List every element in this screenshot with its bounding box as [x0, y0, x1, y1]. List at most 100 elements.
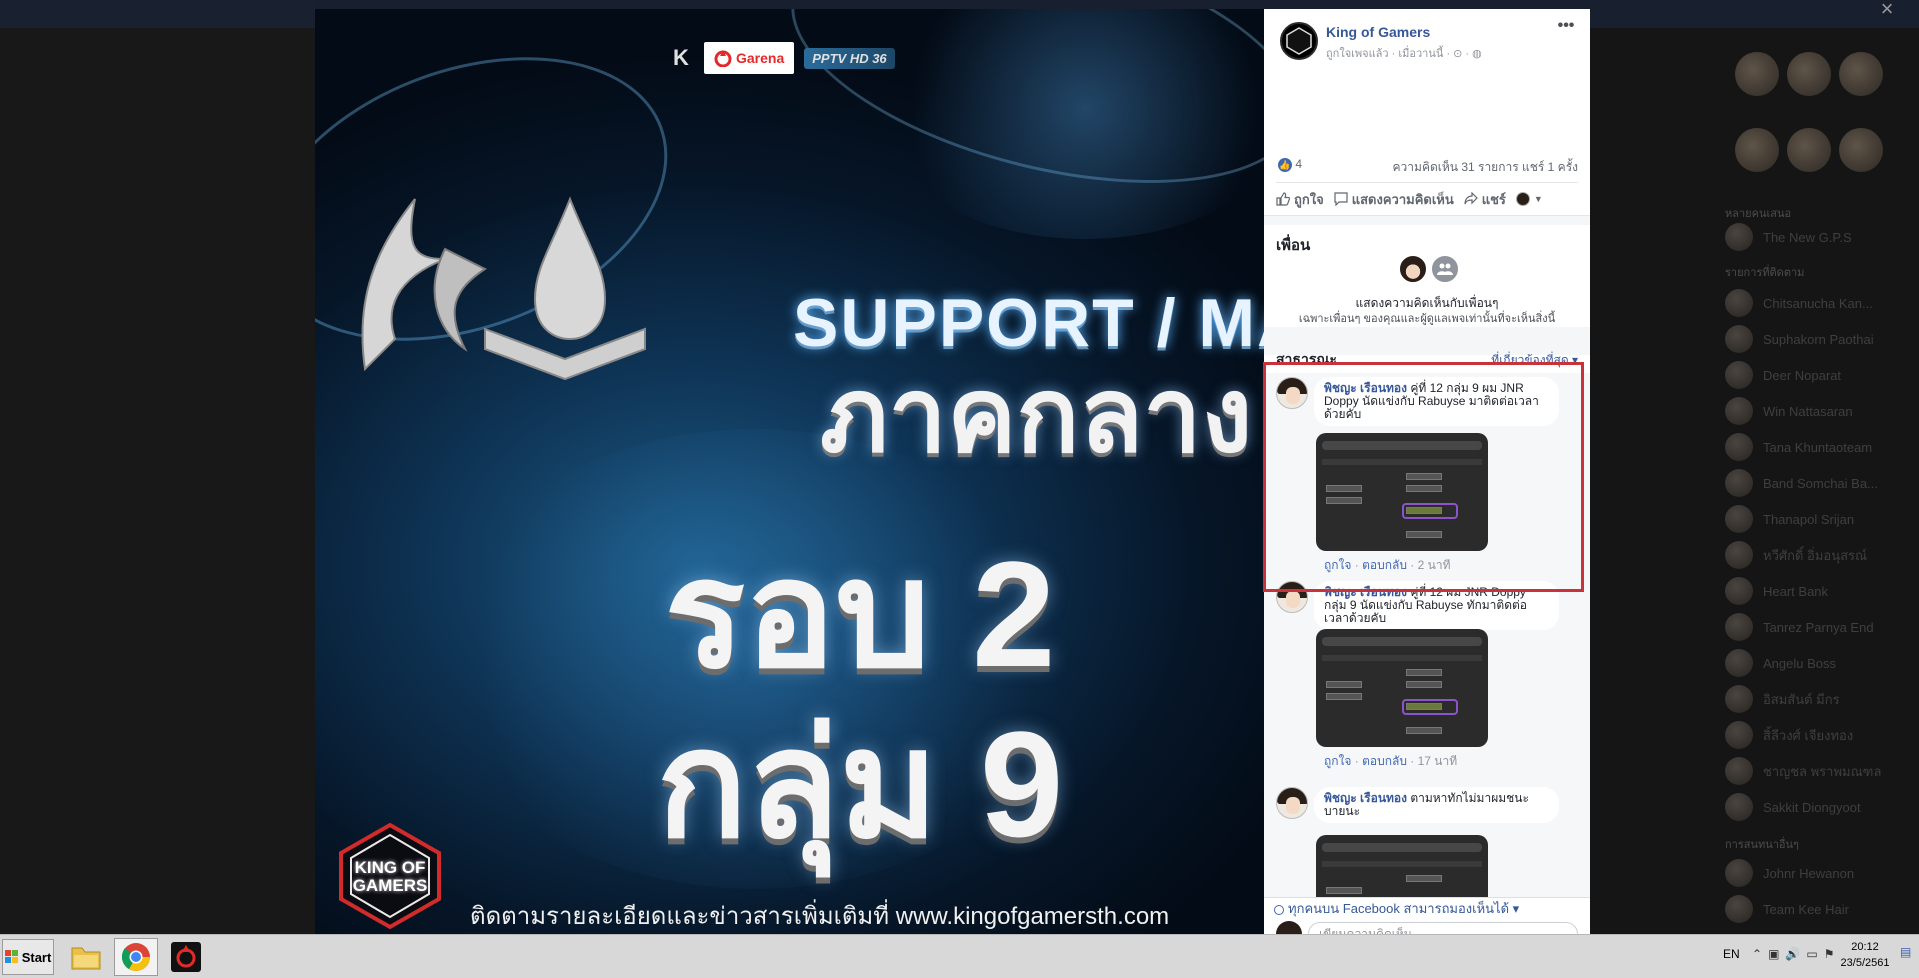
- comment-input[interactable]: เขียนความคิดเห็น...: [1308, 922, 1578, 934]
- background-contact: หวีศักดิ์ อิ่มอนุสรณ์: [1725, 540, 1915, 570]
- background-contact: Thanapol Srijan: [1725, 504, 1915, 534]
- commenter-avatar[interactable]: [1276, 581, 1308, 613]
- comment-time[interactable]: 2 นาที: [1418, 558, 1451, 572]
- like-reaction-icon[interactable]: 👍: [1278, 157, 1292, 172]
- chevron-down-icon: ▼: [1533, 194, 1543, 204]
- page-name-link[interactable]: King of Gamers: [1326, 24, 1430, 40]
- system-tray: ⌃ ▣ 🔊 ▭ ⚑: [1752, 947, 1834, 961]
- background-contact: Band Somchai Ba...: [1725, 468, 1915, 498]
- post-image[interactable]: K Garena PPTV HD 36 SUPPORT / MAGE ภาคกล…: [315, 9, 1264, 934]
- public-comments-title: สาธารณะ: [1276, 351, 1337, 367]
- background-contact: ชาญชล พราพมณฑล: [1725, 756, 1915, 786]
- comment-reply-link[interactable]: ตอบกลับ: [1362, 754, 1407, 768]
- page-avatar[interactable]: [1280, 22, 1318, 60]
- tray-expand-icon[interactable]: ⌃: [1752, 947, 1762, 961]
- clock-date: 23/5/2561: [1840, 957, 1890, 969]
- background-contact: The New G.P.S: [1725, 222, 1915, 252]
- poster-round-title: รอบ 2: [664, 530, 1056, 698]
- chrome-icon: [121, 943, 150, 971]
- like-button[interactable]: ถูกใจ: [1276, 189, 1324, 210]
- comment-attachment-image[interactable]: [1316, 835, 1488, 897]
- background-contact: Heart Bank: [1725, 576, 1915, 606]
- role-emblem-icon: [361, 196, 646, 381]
- poster-role-title: SUPPORT / MAGE: [793, 285, 1264, 361]
- comment-button[interactable]: แสดงความคิดเห็น: [1334, 189, 1454, 210]
- reaction-identity-selector[interactable]: ▼: [1515, 192, 1543, 206]
- system-clock[interactable]: 20:12 23/5/2561: [1835, 939, 1895, 971]
- commenter-avatar[interactable]: [1276, 787, 1308, 819]
- background-contact: Deer Noparat: [1725, 360, 1915, 390]
- comment-bubble: พิชญะ เรือนทอง ตามหาทักไม่มาผมชนะบายนะ: [1314, 787, 1559, 823]
- background-contact: Tana Khuntaoteam: [1725, 432, 1915, 462]
- background-contact: สิ้ลีวงศ์ เจียงทอง: [1725, 720, 1915, 750]
- globe-icon: [1274, 904, 1284, 915]
- friends-privacy-note: เฉพาะเพื่อนๆ ของคุณและผู้ดูแลเพจเท่านั้น…: [1298, 313, 1556, 325]
- flag-icon[interactable]: ⚑: [1824, 947, 1835, 961]
- audience-visibility-selector[interactable]: ทุกคนบน Facebook สามารถมองเห็นได้ ▾: [1264, 897, 1590, 919]
- background-heading: การสนทนาอื่นๆ: [1725, 839, 1799, 851]
- start-button[interactable]: Start: [2, 939, 54, 975]
- background-heading: หลายคนเสนอ: [1725, 208, 1792, 220]
- volume-icon[interactable]: 🔊: [1785, 947, 1800, 961]
- network-icon[interactable]: ▣: [1768, 947, 1779, 961]
- post-actions: ถูกใจ แสดงความคิดเห็น แชร์ ▼: [1276, 187, 1578, 211]
- comment-sort-dropdown[interactable]: ที่เกี่ยวข้องที่สุด ▾: [1491, 351, 1578, 370]
- show-desktop-icon[interactable]: ▤: [1900, 945, 1914, 969]
- share-icon: [1464, 192, 1478, 205]
- user-avatar-icon: [1515, 192, 1530, 206]
- battery-icon[interactable]: ▭: [1806, 947, 1817, 961]
- comment-reply-link[interactable]: ตอบกลับ: [1362, 558, 1407, 572]
- poster-region-title: ภาคกลาง: [820, 358, 1253, 474]
- background-contact: Win Nattasaran: [1725, 396, 1915, 426]
- garena-app-icon: [171, 942, 201, 972]
- comment-time[interactable]: 17 นาที: [1418, 754, 1458, 768]
- comments-list: พิชญะ เรือนทอง คู่ที่ 12 กลุ่ม 9 ผม JNR …: [1264, 373, 1590, 897]
- comment-composer: เขียนความคิดเห็น...: [1264, 919, 1590, 934]
- taskbar-chrome[interactable]: [114, 938, 158, 976]
- thumbs-up-icon: [1276, 192, 1290, 206]
- pptv-logo: PPTV HD 36: [804, 47, 895, 69]
- like-count[interactable]: 4: [1295, 157, 1302, 171]
- clock-time: 20:12: [1851, 941, 1879, 953]
- background-contact: Suphakorn Paothai: [1725, 324, 1915, 354]
- windows-taskbar: Start EN ⌃ ▣ 🔊 ▭ ⚑ 20:12 23/5/2561 ▤: [0, 934, 1919, 978]
- share-button[interactable]: แชร์: [1464, 189, 1506, 210]
- taskbar-garena[interactable]: [164, 938, 208, 976]
- comment-author-link[interactable]: พิชญะ เรือนทอง: [1324, 791, 1407, 805]
- comment-author-link[interactable]: พิชญะ เรือนทอง: [1324, 381, 1407, 395]
- comment-share-counts[interactable]: ความคิดเห็น 31 รายการ แชร์ 1 ครั้ง: [1393, 158, 1578, 177]
- garena-logo: Garena: [704, 42, 795, 74]
- folder-icon: [71, 947, 101, 970]
- king-of-gamers-logo-text: KING OF GAMERS: [352, 858, 428, 895]
- input-language-indicator[interactable]: EN: [1723, 947, 1740, 961]
- post-meta: ถูกใจเพจแล้ว · เมื่อวานนี้ · ⊙ · ◍: [1326, 48, 1482, 60]
- comment-meta: ถูกใจ · ตอบกลับ · 2 นาที: [1324, 558, 1451, 572]
- comment-author-link[interactable]: พิชญะ เรือนทอง: [1324, 585, 1407, 599]
- commenter-avatar[interactable]: [1276, 377, 1308, 409]
- post-side-panel: King of Gamers ถูกใจเพจแล้ว · เมื่อวานนี…: [1264, 9, 1590, 934]
- comment-bubble: พิชญะ เรือนทอง คู่ที่ 12 กลุ่ม 9 ผม JNR …: [1314, 377, 1559, 426]
- background-heading: รายการที่ติดตาม: [1725, 267, 1805, 279]
- k-logo: K: [673, 45, 689, 70]
- comment-icon: [1334, 192, 1348, 206]
- comment-like-link[interactable]: ถูกใจ: [1324, 558, 1351, 572]
- poster-footer-text: ติดตามรายละเอียดและข่าวสารเพิ่มเติมที่ w…: [470, 903, 1170, 930]
- post-header: King of Gamers ถูกใจเพจแล้ว · เมื่อวานนี…: [1264, 9, 1590, 159]
- background-contact: Johnr Hewanon: [1725, 858, 1915, 888]
- garena-flame-icon: [714, 50, 732, 67]
- comment-attachment-image[interactable]: [1316, 629, 1488, 747]
- poster-group-title: กลุ่ม 9: [656, 700, 1064, 868]
- background-contact: Angelu Boss: [1725, 648, 1915, 678]
- background-contact: Chitsanucha Kan...: [1725, 288, 1915, 318]
- friends-avatars: [1398, 254, 1460, 284]
- divider: [1276, 182, 1578, 183]
- comment-attachment-image[interactable]: [1316, 433, 1488, 551]
- background-page-left: [0, 0, 315, 934]
- windows-logo-icon: [4, 950, 18, 963]
- more-options-button[interactable]: •••: [1553, 18, 1579, 37]
- taskbar-file-explorer[interactable]: [64, 938, 108, 976]
- friends-section-title: เพื่อน: [1276, 237, 1311, 254]
- comment-like-link[interactable]: ถูกใจ: [1324, 754, 1351, 768]
- close-icon[interactable]: ×: [1872, 0, 1902, 20]
- background-avatar-row: [1735, 52, 1883, 96]
